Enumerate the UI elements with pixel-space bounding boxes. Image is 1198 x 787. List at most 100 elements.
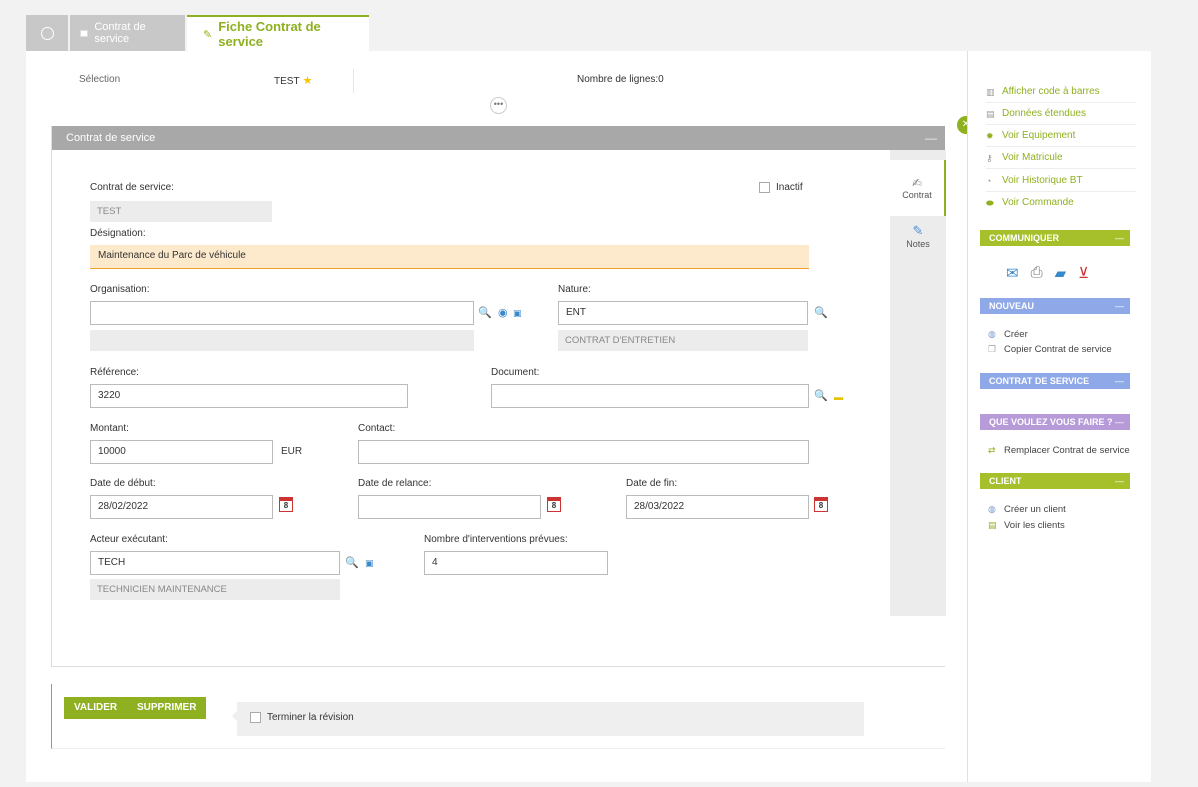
- panel-header[interactable]: Contrat de service —: [52, 126, 945, 154]
- date-debut-input[interactable]: 28/02/2022: [90, 495, 273, 519]
- tab-bar: Contrat de service ✎ Fiche Contrat de se…: [26, 15, 371, 51]
- form-area: Contrat de service: TEST Inactif Désigna…: [52, 150, 890, 616]
- tab-label: Fiche Contrat de service: [218, 19, 321, 49]
- search-icon[interactable]: 🔍: [814, 307, 828, 319]
- item-creer[interactable]: ◍ Créer: [988, 329, 1028, 340]
- acteur-desc: TECHNICIEN MAINTENANCE: [90, 579, 340, 600]
- designation-field[interactable]: Maintenance du Parc de véhicule: [90, 245, 809, 269]
- link-commande[interactable]: ⬬ Voir Commande: [986, 192, 1136, 214]
- date-debut-label: Date de début:: [90, 478, 156, 489]
- calendar-icon[interactable]: 8: [279, 497, 293, 512]
- copy-icon: ❐: [988, 344, 997, 354]
- tab-fiche-contrat[interactable]: ✎ Fiche Contrat de service: [187, 15, 369, 51]
- selection-bar: Sélection TEST ★ Nombre de lignes:0: [26, 69, 967, 95]
- contact-label: Contact:: [358, 423, 396, 434]
- reference-input[interactable]: 3220: [90, 384, 408, 408]
- reference-label: Référence:: [90, 367, 139, 378]
- cart-icon[interactable]: ⊻: [1078, 264, 1089, 282]
- date-relance-label: Date de relance:: [358, 478, 432, 489]
- selection-value[interactable]: TEST ★: [274, 74, 312, 87]
- list-icon: [80, 29, 89, 37]
- nature-desc: CONTRAT D'ENTRETIEN: [558, 330, 808, 351]
- side-tab-label: Notes: [906, 239, 930, 249]
- communication-icons: ✉ ⎙ ▰ ⊻: [1006, 264, 1089, 282]
- item-creer-client[interactable]: ◍ Créer un client: [988, 504, 1066, 515]
- side-tab-label: Contrat: [902, 190, 932, 200]
- interventions-label: Nombre d'interventions prévues:: [424, 534, 568, 545]
- montant-input[interactable]: 10000: [90, 440, 273, 464]
- terminer-checkbox[interactable]: [250, 712, 261, 723]
- inactif-label: Inactif: [776, 182, 803, 193]
- nature-label: Nature:: [558, 284, 591, 295]
- montant-label: Montant:: [90, 423, 129, 434]
- search-icon[interactable]: 🔍: [345, 557, 359, 569]
- item-voir-clients[interactable]: ▤ Voir les clients: [988, 520, 1065, 531]
- action-bar: VALIDER SUPPRIMER Terminer la révision: [51, 684, 945, 749]
- designation-label: Désignation:: [90, 228, 146, 239]
- side-tab-contrat[interactable]: ✍ Contrat: [890, 160, 946, 216]
- calendar-icon[interactable]: 8: [814, 497, 828, 512]
- revision-box: Terminer la révision: [232, 702, 864, 736]
- link-equipement[interactable]: ✹ Voir Equipement: [986, 125, 1136, 147]
- key-icon: ⚷: [986, 152, 993, 163]
- folder-icon[interactable]: ▬: [834, 391, 843, 403]
- item-remplacer[interactable]: ⇄ Remplacer Contrat de service: [988, 445, 1130, 456]
- history-icon: ◔: [986, 175, 992, 186]
- valider-button[interactable]: VALIDER: [64, 697, 128, 719]
- history-icon: [40, 26, 54, 40]
- email-icon[interactable]: ✉: [1006, 264, 1019, 282]
- caret-icon: [232, 711, 237, 721]
- contract-icon: ✍: [911, 176, 923, 190]
- gear-icon: ✹: [986, 130, 994, 141]
- link-matricule[interactable]: ⚷ Voir Matricule: [986, 147, 1136, 169]
- link-code-barres[interactable]: ▥ Afficher code à barres: [986, 81, 1136, 103]
- panel-title: Contrat de service: [66, 132, 156, 144]
- search-icon[interactable]: 🔍: [478, 307, 492, 319]
- contrat-panel: Contrat de service — Contrat de service:…: [51, 126, 946, 667]
- interventions-input[interactable]: 4: [424, 551, 608, 575]
- organisation-desc: [90, 330, 474, 351]
- more-options-button[interactable]: •••: [490, 97, 507, 114]
- info-icon[interactable]: ▣: [365, 557, 374, 569]
- supprimer-button[interactable]: SUPPRIMER: [127, 697, 207, 719]
- document-input[interactable]: [491, 384, 809, 408]
- data-icon: ▤: [986, 108, 995, 119]
- right-sidebar: ▥ Afficher code à barres ▤ Données étendue…: [967, 51, 1151, 782]
- date-fin-input[interactable]: 28/03/2022: [626, 495, 809, 519]
- inactif-checkbox[interactable]: [759, 182, 770, 193]
- calendar-icon[interactable]: 8: [547, 497, 561, 512]
- section-que-voulez[interactable]: QUE VOULEZ VOUS FAIRE ? —: [980, 414, 1130, 430]
- list-icon: ▤: [988, 520, 997, 530]
- collapse-icon[interactable]: —: [925, 126, 937, 150]
- print-icon[interactable]: ⎙: [1031, 264, 1043, 282]
- side-tab-notes[interactable]: ✎ Notes: [890, 216, 946, 256]
- tab-history[interactable]: [26, 15, 68, 51]
- contract-icon: ✎: [203, 28, 213, 41]
- contact-input[interactable]: [358, 440, 809, 464]
- main-content: Sélection TEST ★ Nombre de lignes:0 ••• C…: [26, 51, 967, 782]
- terminer-label: Terminer la révision: [267, 712, 354, 723]
- link-historique-bt[interactable]: ◔ Voir Historique BT: [986, 170, 1136, 192]
- date-relance-input[interactable]: [358, 495, 541, 519]
- side-tabs: ✍ Contrat ✎ Notes: [890, 150, 946, 616]
- selection-label: Sélection: [79, 74, 121, 85]
- nature-input[interactable]: ENT: [558, 301, 808, 325]
- pen-icon: ✎: [912, 223, 924, 238]
- organisation-label: Organisation:: [90, 284, 150, 295]
- barcode-icon: ▥: [986, 86, 995, 97]
- tab-contrat-list[interactable]: Contrat de service: [70, 15, 185, 51]
- info-icon[interactable]: ▣: [513, 307, 522, 319]
- divider: [353, 69, 354, 93]
- search-icon[interactable]: 🔍: [814, 390, 828, 402]
- section-client[interactable]: CLIENT —: [980, 473, 1130, 489]
- globe-icon[interactable]: ◉: [498, 307, 508, 319]
- acteur-input[interactable]: TECH: [90, 551, 340, 575]
- export-icon[interactable]: ▰: [1055, 264, 1067, 282]
- star-icon[interactable]: ★: [303, 75, 313, 87]
- section-communiquer[interactable]: COMMUNIQUER —: [980, 230, 1130, 246]
- section-contrat-service[interactable]: CONTRAT DE SERVICE —: [980, 373, 1130, 389]
- item-copier[interactable]: ❐ Copier Contrat de service: [988, 344, 1112, 355]
- section-nouveau[interactable]: NOUVEAU —: [980, 298, 1130, 314]
- organisation-input[interactable]: [90, 301, 474, 325]
- link-donnees-etendues[interactable]: ▤ Données étendues: [986, 103, 1136, 125]
